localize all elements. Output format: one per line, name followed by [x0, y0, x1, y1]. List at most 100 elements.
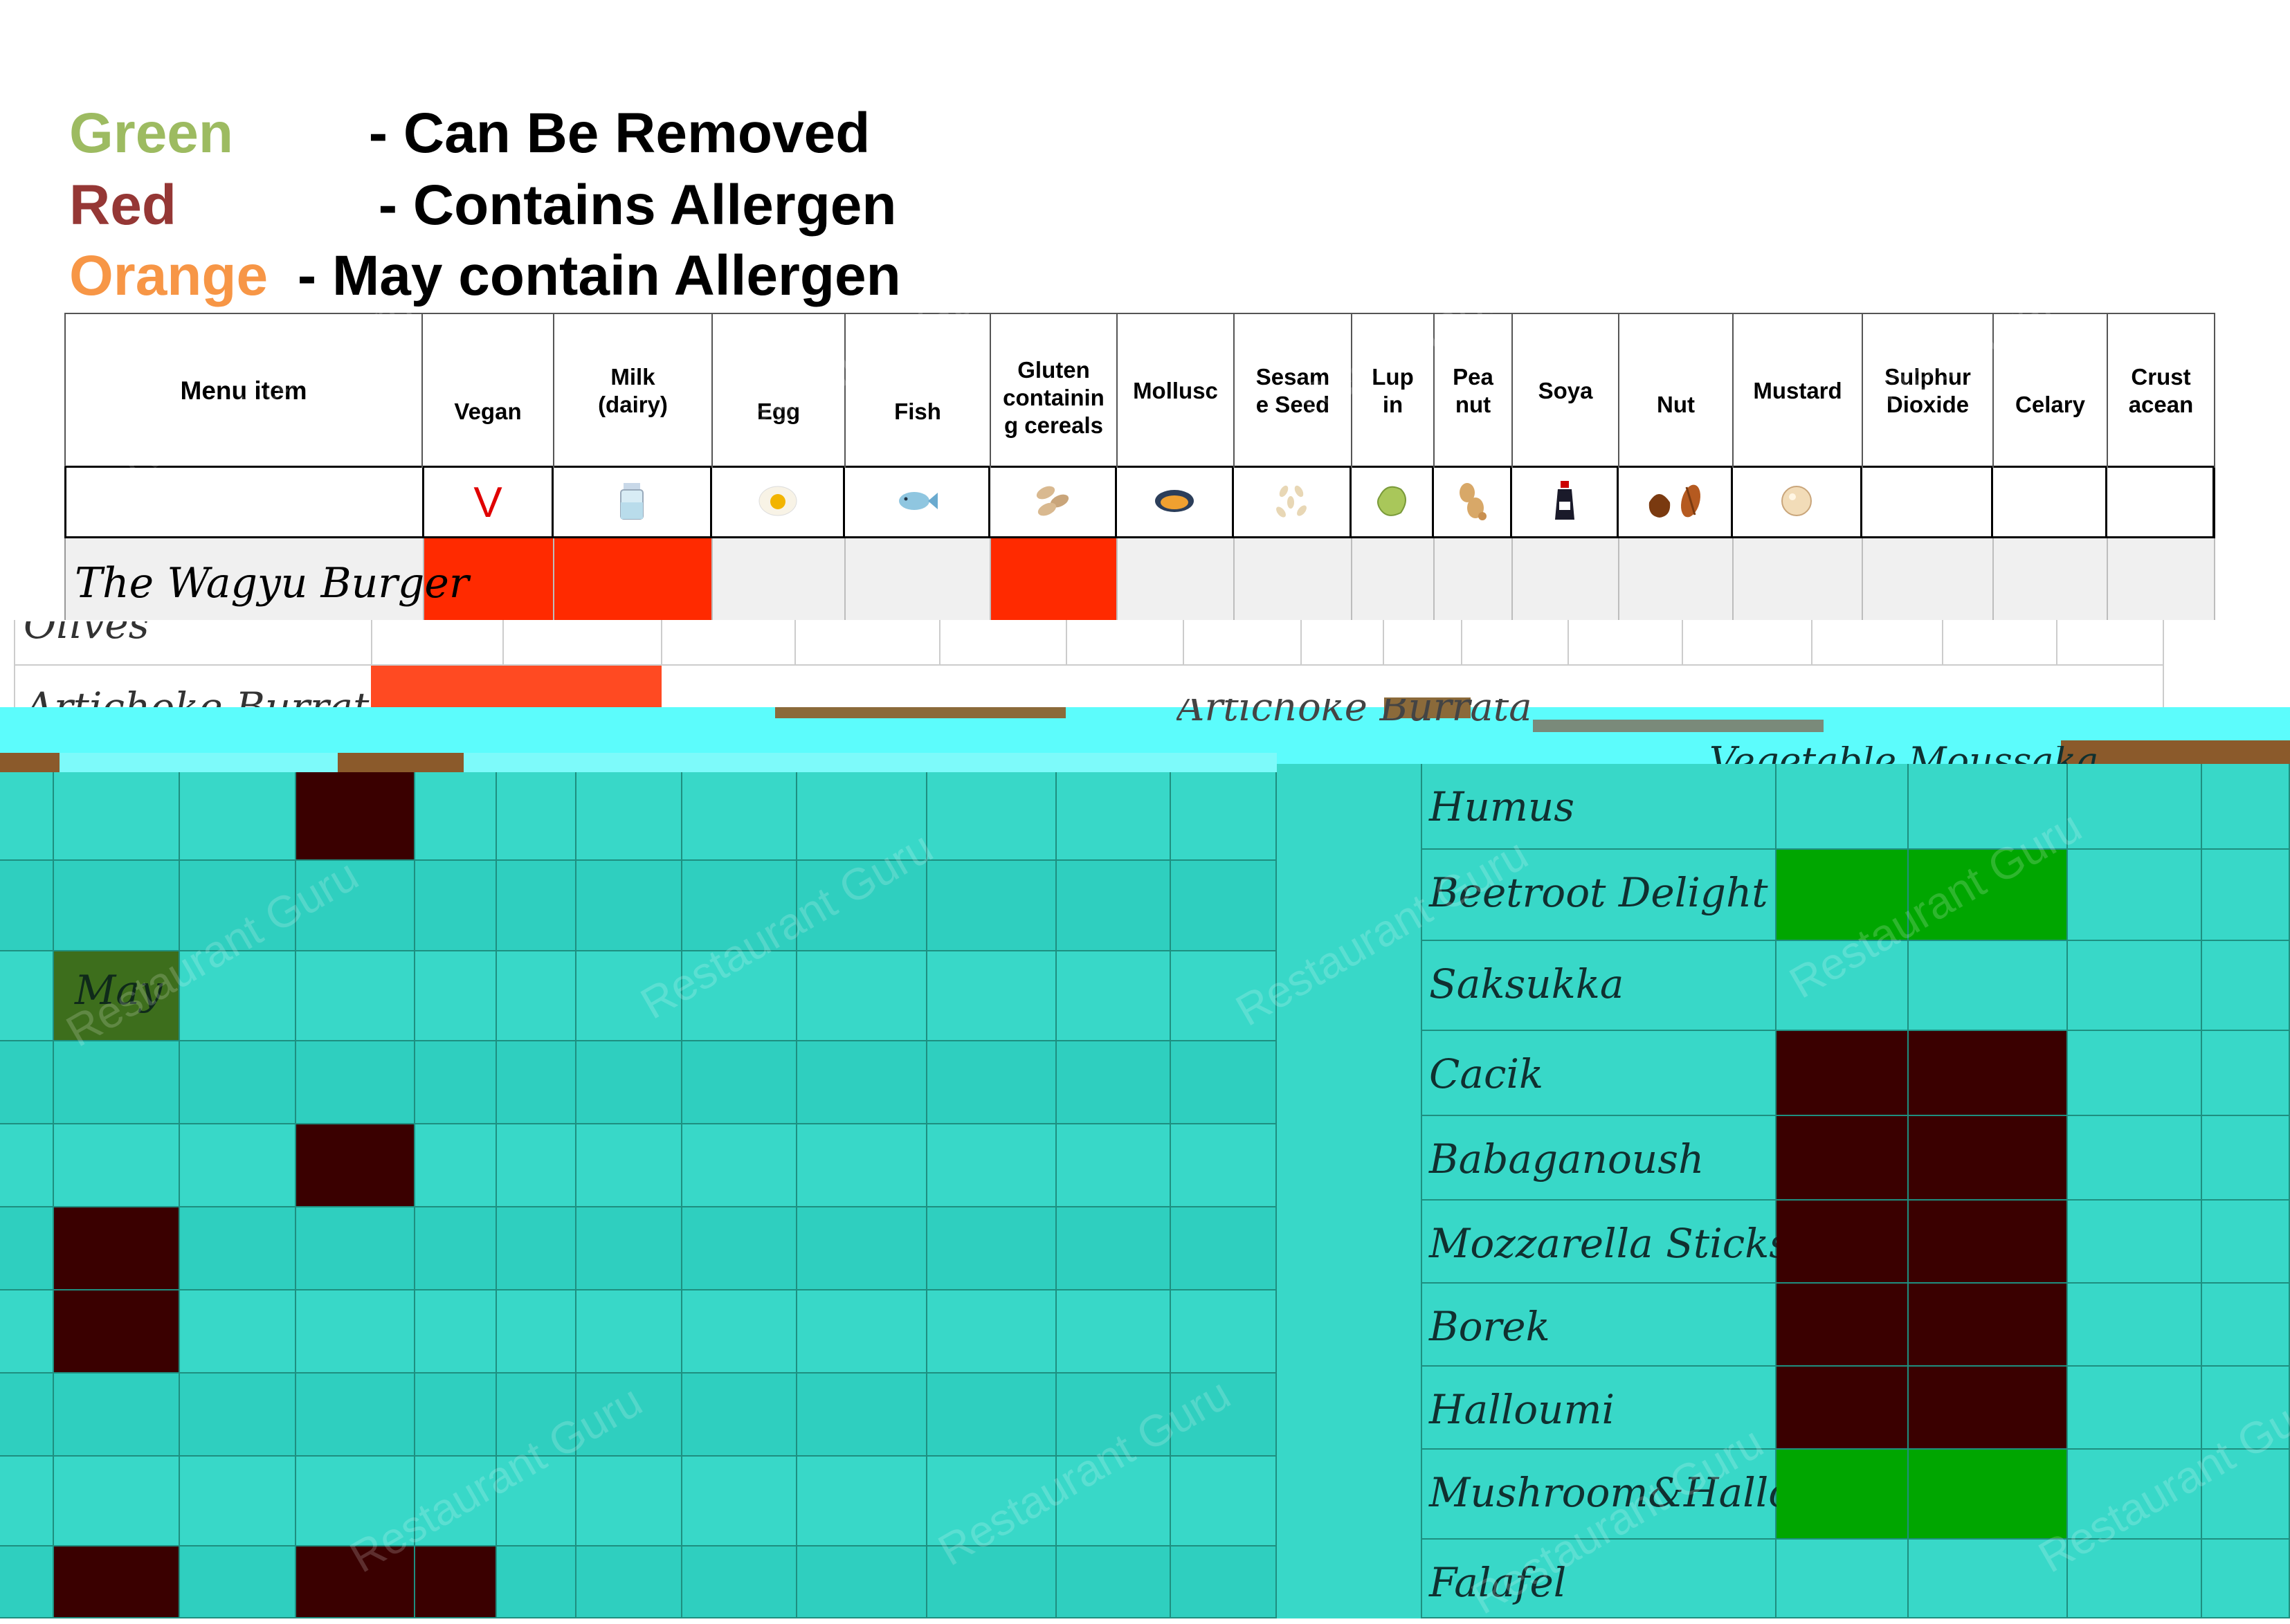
allergen-cell: [927, 1374, 1057, 1457]
allergen-cell: [991, 538, 1118, 620]
allergen-cell: [1352, 538, 1435, 620]
header-col-fish: Fish: [846, 314, 991, 468]
allergen-cell: [1909, 1201, 2068, 1284]
allergen-cell: [296, 1547, 415, 1618]
fish-icon: [895, 486, 939, 520]
allergen-cell: [2068, 1116, 2202, 1201]
allergen-cell: [1057, 861, 1171, 951]
dish-name-cell: Beetroot Delight: [1421, 850, 1776, 941]
allergen-cell: [1909, 764, 2068, 850]
dish-name-cell: Mushroom&Halloumi: [1421, 1450, 1869, 1540]
allergen-cell: [54, 1547, 180, 1618]
nuts-icon: [1644, 482, 1706, 524]
allergen-cell: [0, 772, 54, 861]
allergen-cell: [415, 1041, 497, 1124]
allergen-cell: [927, 1290, 1057, 1374]
allergen-cell: [180, 1457, 296, 1547]
icon-cell: [2107, 468, 2215, 537]
allergen-cell: [1776, 764, 1909, 850]
dish-name-cell: Falafel: [1421, 1540, 1776, 1618]
allergen-cell: [2068, 850, 2202, 941]
header-col-nut: Nut: [1619, 314, 1734, 468]
allergen-cell: [1057, 1547, 1171, 1618]
header-col-label: Mollusc: [1133, 377, 1218, 403]
allergen-cell: [1776, 1201, 1909, 1284]
header-col-label: Crust acean: [2128, 363, 2194, 417]
header-col-label: Gluten containin g cereals: [1003, 356, 1105, 439]
allergen-cell: [1994, 538, 2108, 620]
header-col-label: Celary: [2015, 391, 2085, 417]
dish-name-cell: Mozzarella Sticks: [1421, 1201, 1790, 1284]
header-col-mustard: Mustard: [1734, 314, 1863, 468]
header-col-label: Nut: [1657, 391, 1695, 417]
allergen-cell: [682, 1457, 797, 1547]
vegan-v-icon: V: [473, 478, 502, 527]
allergen-cell: [180, 1041, 296, 1124]
allergen-cell: [2202, 1031, 2290, 1116]
header-col-sulphur-dioxide: Sulphur Dioxide: [1863, 314, 1994, 468]
allergen-cell: [797, 1374, 927, 1457]
dish-name-cell: Halloumi: [1421, 1367, 1776, 1450]
header-col-milk-dairy: Milk (dairy): [554, 314, 713, 468]
header-menu-item: Menu item: [66, 314, 423, 468]
allergen-cell: [2068, 1284, 2202, 1367]
allergen-cell: [1171, 1207, 1277, 1290]
allergen-cell: [2108, 538, 2215, 620]
allergen-cell: [497, 951, 576, 1041]
allergen-cell: [554, 538, 713, 620]
glitch-brown-1: [775, 707, 1066, 718]
allergen-cell: [180, 1124, 296, 1207]
header-col-lup-in: Lup in: [1352, 314, 1435, 468]
allergen-cell: [682, 1547, 797, 1618]
allergen-cell: [927, 1547, 1057, 1618]
allergen-cell: [1057, 772, 1171, 861]
allergen-cell: [415, 1207, 497, 1290]
allergen-cell: [296, 1124, 415, 1207]
allergen-cell: [1909, 1367, 2068, 1450]
allergen-cell: [296, 1457, 415, 1547]
allergen-cell: [1619, 538, 1734, 620]
allergen-cell: [797, 1124, 927, 1207]
allergen-cell: [0, 1041, 54, 1124]
allergen-cell: [1909, 1031, 2068, 1116]
allergen-cell: [497, 1457, 576, 1547]
dish-name: Humus: [1429, 783, 1575, 830]
peanut-icon: [1455, 480, 1489, 525]
allergen-cell: [797, 1547, 927, 1618]
allergen-cell: [1171, 861, 1277, 951]
allergen-cell: [576, 1547, 682, 1618]
legend-orange-word: Orange: [69, 244, 269, 307]
allergen-cell: [497, 772, 576, 861]
legend-red-desc: - Contains Allergen: [378, 174, 897, 237]
dish-name: Beetroot Delight: [1429, 869, 1768, 916]
allergen-cell: [682, 861, 797, 951]
icon-cell: [1434, 468, 1512, 537]
allergen-cell: [2202, 850, 2290, 941]
icon-cell: [1619, 468, 1733, 537]
allergen-cell: [2202, 1450, 2290, 1540]
allergen-cell: [0, 1207, 54, 1290]
allergen-cell: [1171, 1290, 1277, 1374]
allergen-cell: [1909, 1540, 2068, 1618]
legend-orange-desc: - May contain Allergen: [297, 244, 901, 307]
allergen-cell: [682, 1374, 797, 1457]
allergen-cell: [2068, 941, 2202, 1031]
allergen-cell: [846, 538, 991, 620]
allergen-cell: [797, 1457, 927, 1547]
allergen-cell: [497, 1207, 576, 1290]
lupin-bean-icon: [1373, 482, 1410, 523]
allergen-cell: [497, 1041, 576, 1124]
allergen-cell: [576, 1457, 682, 1547]
icon-cell: V: [422, 468, 554, 537]
allergen-cell: [927, 861, 1057, 951]
mustard-seed-icon: [1779, 483, 1815, 522]
header-col-label: Pea nut: [1453, 363, 1493, 417]
dish-name: Halloumi: [1429, 1386, 1615, 1433]
allergen-cell: [0, 1374, 54, 1457]
allergen-cell: [1776, 850, 1909, 941]
allergen-cell: [576, 1374, 682, 1457]
header-col-label: Milk (dairy): [598, 363, 668, 417]
legend-red: Red - Contains Allergen: [69, 177, 897, 234]
header-col-label: Egg: [756, 398, 801, 424]
allergen-cell: [576, 861, 682, 951]
